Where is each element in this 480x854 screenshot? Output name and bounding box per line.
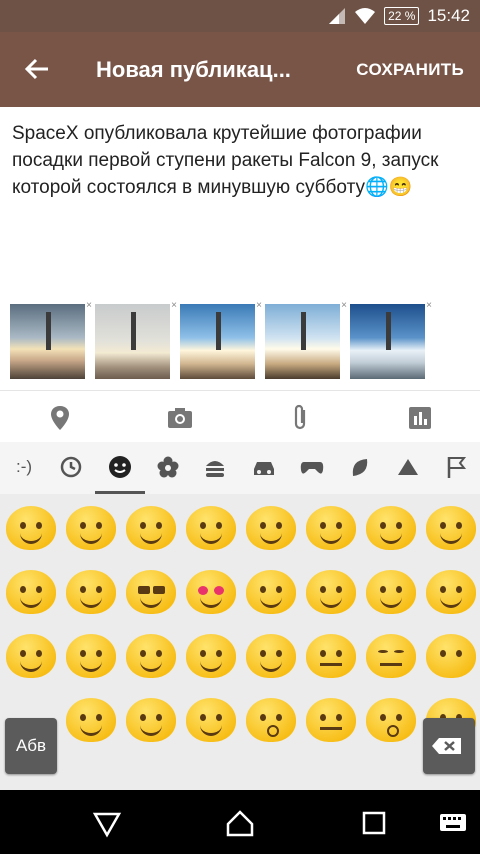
blush-icon[interactable]	[6, 570, 56, 614]
smile-icon[interactable]	[246, 506, 296, 550]
system-nav-bar	[0, 790, 480, 854]
slight-smile-icon[interactable]	[66, 634, 116, 678]
gamepad-icon[interactable]	[299, 454, 325, 480]
photo-thumbnail[interactable]: ×	[265, 300, 347, 379]
back-nav-icon[interactable]	[92, 808, 122, 838]
app-toolbar: Новая публикац... СОХРАНИТЬ	[0, 32, 480, 107]
heart-eyes-icon[interactable]	[186, 570, 236, 614]
car-icon[interactable]	[251, 454, 277, 480]
wifi-icon	[355, 8, 376, 24]
emoji-category-tabs: :-)	[0, 442, 480, 495]
recent-clock-icon[interactable]	[58, 454, 84, 480]
post-text-field[interactable]: SpaceX опубликовала крутейшие фотографии…	[12, 120, 468, 201]
neutral-icon[interactable]	[306, 634, 356, 678]
poll-icon[interactable]	[405, 403, 435, 433]
attachment-bar	[0, 390, 480, 443]
photo-thumbnail[interactable]: ×	[350, 300, 432, 379]
wink-icon[interactable]	[426, 506, 476, 550]
photo-thumbnail[interactable]: ×	[180, 300, 262, 379]
save-button[interactable]: СОХРАНИТЬ	[356, 60, 464, 80]
open-mouth-icon[interactable]	[246, 698, 296, 742]
page-title: Новая публикац...	[96, 57, 291, 82]
signal-icon	[329, 8, 346, 24]
thinking-icon[interactable]	[246, 634, 296, 678]
sunglasses-icon[interactable]	[126, 570, 176, 614]
tab-emoticons[interactable]: :-)	[11, 454, 37, 480]
flag-icon[interactable]	[443, 454, 469, 480]
smiley-icon[interactable]	[186, 506, 236, 550]
photo-thumbnail[interactable]: ×	[10, 300, 92, 379]
triangle-symbols-icon[interactable]	[395, 454, 421, 480]
remove-photo-icon[interactable]: ×	[86, 300, 92, 311]
kissing-smiling-eyes-icon[interactable]	[366, 570, 416, 614]
backspace-icon	[432, 738, 461, 754]
laughing-icon[interactable]	[366, 506, 416, 550]
hugging-icon[interactable]	[126, 634, 176, 678]
flower-icon[interactable]	[155, 454, 181, 480]
location-pin-icon[interactable]	[45, 403, 75, 433]
food-burger-icon[interactable]	[202, 454, 228, 480]
grin-icon[interactable]	[66, 506, 116, 550]
kissing-icon[interactable]	[306, 570, 356, 614]
paperclip-icon[interactable]	[285, 403, 315, 433]
emoji-grid	[0, 494, 480, 790]
clock: 15:42	[427, 6, 470, 25]
joy-icon[interactable]	[126, 506, 176, 550]
nature-leaf-icon[interactable]	[347, 454, 373, 480]
kissing-heart-icon[interactable]	[246, 570, 296, 614]
back-arrow-icon[interactable]	[22, 54, 52, 84]
attached-photos: × × × × ×	[10, 300, 432, 379]
relaxed-icon[interactable]	[6, 634, 56, 678]
smirk-icon[interactable]	[66, 698, 116, 742]
status-bar: 22 % 15:42	[0, 0, 480, 32]
persevere-icon[interactable]	[126, 698, 176, 742]
disappointed-relieved-icon[interactable]	[186, 698, 236, 742]
remove-photo-icon[interactable]: ×	[426, 300, 432, 311]
tongue-wink-icon[interactable]	[66, 570, 116, 614]
backspace-button[interactable]	[423, 718, 475, 774]
remove-photo-icon[interactable]: ×	[171, 300, 177, 311]
grinning-face-icon[interactable]	[6, 506, 56, 550]
no-mouth-icon[interactable]	[426, 634, 476, 678]
smiley-tab-icon[interactable]	[95, 454, 145, 494]
innocent-icon[interactable]	[186, 634, 236, 678]
photo-thumbnail[interactable]: ×	[95, 300, 177, 379]
remove-photo-icon[interactable]: ×	[341, 300, 347, 311]
abc-keyboard-switch-button[interactable]: Абв	[5, 718, 57, 774]
remove-photo-icon[interactable]: ×	[256, 300, 262, 311]
kissing-closed-eyes-icon[interactable]	[426, 570, 476, 614]
home-nav-icon[interactable]	[225, 808, 255, 838]
recents-nav-icon[interactable]	[359, 808, 389, 838]
camera-icon[interactable]	[165, 403, 195, 433]
expressionless-icon[interactable]	[366, 634, 416, 678]
zipper-mouth-icon[interactable]	[306, 698, 356, 742]
battery-indicator: 22 %	[384, 7, 420, 25]
hushed-icon[interactable]	[366, 698, 416, 742]
keyboard-switch-icon[interactable]	[438, 808, 468, 838]
sweat-smile-icon[interactable]	[306, 506, 356, 550]
